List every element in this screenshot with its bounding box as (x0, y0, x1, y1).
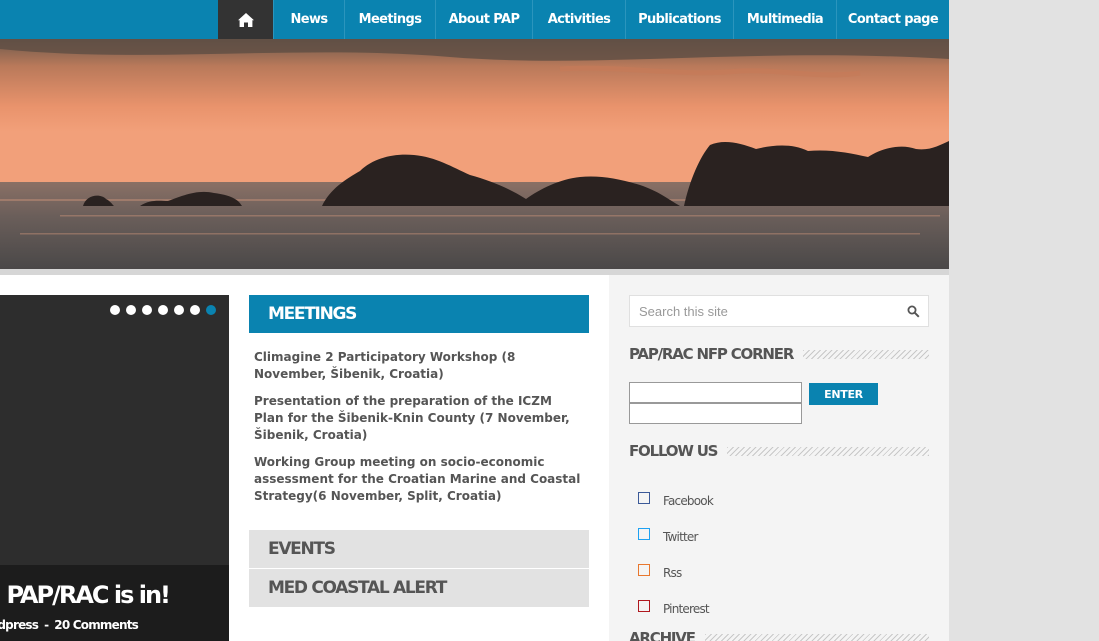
search-icon[interactable] (907, 305, 920, 318)
meeting-item[interactable]: Presentation of the preparation of the I… (254, 393, 584, 444)
tab-meetings[interactable]: MEETINGS (249, 295, 589, 333)
follow-rss-label: Rss (663, 566, 682, 580)
archive-title: ARCHIVE (629, 629, 696, 641)
follow-us-heading: FOLLOW US (629, 440, 929, 462)
page: News Meetings About PAP Activities Publi… (0, 0, 949, 641)
heading-stripe (704, 633, 929, 641)
follow-twitter-label: Twitter (663, 530, 698, 544)
nfp-username-input[interactable] (629, 382, 802, 403)
nav-item-about[interactable]: About PAP (435, 0, 532, 39)
slider-dot[interactable] (142, 305, 152, 315)
featured-slider[interactable]: on: PAP/RAC is in! Wordpress-20 Comments (0, 295, 229, 641)
rss-icon (638, 564, 650, 576)
meeting-item[interactable]: Working Group meeting on socio-economic … (254, 454, 584, 505)
nfp-password-input[interactable] (629, 403, 802, 424)
facebook-icon (638, 492, 650, 504)
follow-pinterest-label: Pinterest (663, 602, 710, 616)
nav-item-contact[interactable]: Contact page (836, 0, 949, 39)
follow-rss[interactable]: Rss (638, 555, 713, 591)
meetings-list: Climagine 2 Participatory Workshop (8 No… (249, 333, 589, 529)
slider-dot[interactable] (206, 305, 216, 315)
follow-facebook[interactable]: Facebook (638, 483, 714, 519)
slider-dot[interactable] (110, 305, 120, 315)
nfp-enter-button[interactable]: ENTER (809, 383, 878, 405)
slider-dot[interactable] (190, 305, 200, 315)
nav-item-multimedia[interactable]: Multimedia (733, 0, 836, 39)
follow-twitter[interactable]: Twitter (638, 519, 713, 555)
follow-us-title: FOLLOW US (629, 442, 719, 460)
home-icon (237, 12, 254, 27)
meta-separator: - (44, 618, 49, 632)
nav-list: News Meetings About PAP Activities Publi… (218, 0, 949, 39)
slider-pagination (110, 305, 216, 315)
slide-title[interactable]: on: PAP/RAC is in! (0, 581, 171, 609)
tab-events[interactable]: EVENTS (249, 530, 589, 568)
slider-dot[interactable] (174, 305, 184, 315)
meeting-item[interactable]: Climagine 2 Participatory Workshop (8 No… (254, 349, 584, 383)
search-input[interactable] (630, 296, 909, 326)
slide-comments-link[interactable]: 20 Comments (54, 618, 139, 632)
sidebar: PAP/RAC NFP CORNER ENTER FOLLOW US Faceb… (609, 275, 949, 641)
meetings-events-tabs: MEETINGS Climagine 2 Participatory Works… (249, 295, 589, 607)
slide-caption: on: PAP/RAC is in! Wordpress-20 Comments (0, 565, 229, 641)
follow-pinterest[interactable]: Pinterest (638, 591, 713, 627)
follow-list: Facebook Twitter Rss Pinterest (638, 483, 714, 627)
slider-dot[interactable] (126, 305, 136, 315)
tab-med-coastal-alert[interactable]: MED COASTAL ALERT (249, 569, 589, 607)
pinterest-icon (638, 600, 650, 612)
archive-heading: ARCHIVE (629, 627, 929, 641)
nfp-corner-title: PAP/RAC NFP CORNER (629, 345, 794, 363)
follow-facebook-label: Facebook (663, 494, 714, 508)
heading-stripe (803, 349, 929, 359)
nav-home-button[interactable] (218, 0, 273, 39)
nav-item-news[interactable]: News (273, 0, 344, 39)
nav-item-publications[interactable]: Publications (625, 0, 733, 39)
heading-stripe (727, 446, 929, 456)
nav-item-meetings[interactable]: Meetings (344, 0, 435, 39)
nav-item-activities[interactable]: Activities (532, 0, 625, 39)
nfp-corner-heading: PAP/RAC NFP CORNER (629, 343, 929, 365)
slider-dot[interactable] (158, 305, 168, 315)
slide-category-link[interactable]: Wordpress (0, 618, 39, 632)
slide-meta: Wordpress-20 Comments (0, 618, 139, 632)
twitter-icon (638, 528, 650, 540)
top-navigation: News Meetings About PAP Activities Publi… (0, 0, 949, 39)
hero-banner-image (0, 39, 949, 269)
search-box (629, 295, 929, 327)
